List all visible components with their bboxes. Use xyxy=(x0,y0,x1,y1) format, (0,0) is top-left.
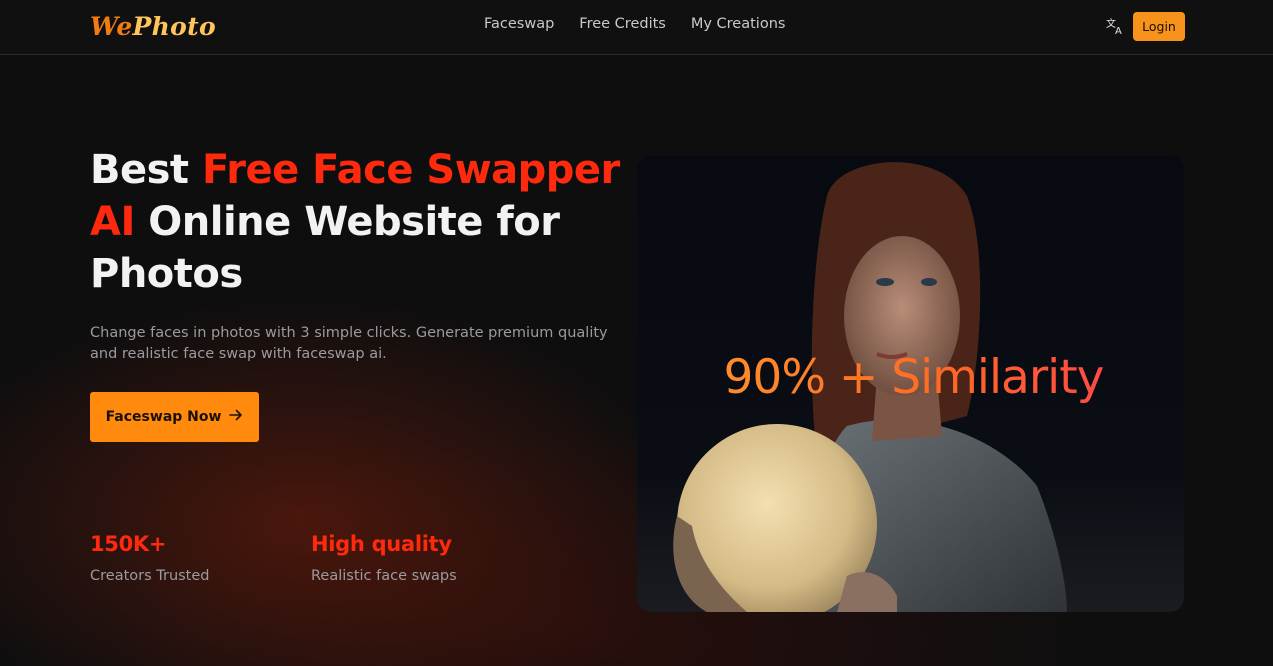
stat-creators: 150K+ Creators Trusted xyxy=(90,532,210,584)
stat-value: High quality xyxy=(311,532,452,556)
nav-faceswap[interactable]: Faceswap xyxy=(484,16,554,32)
stat-value: 150K+ xyxy=(90,532,167,556)
logo-we: We xyxy=(90,12,133,41)
logo-photo: Photo xyxy=(132,12,216,41)
hero-title: Best Free Face Swapper AI Online Website… xyxy=(90,144,630,300)
hero-title-part1: Best xyxy=(90,147,202,193)
nav-free-credits[interactable]: Free Credits xyxy=(579,16,666,32)
main-nav: Faceswap Free Credits My Creations xyxy=(484,16,785,32)
cta-label: Faceswap Now xyxy=(105,409,222,425)
stat-label: Creators Trusted xyxy=(90,568,210,584)
arrow-right-icon xyxy=(229,408,243,426)
stat-quality: High quality Realistic face swaps xyxy=(311,532,457,584)
svg-text:A: A xyxy=(1115,26,1122,36)
hero-image: 90% + Similarity xyxy=(637,156,1184,612)
similarity-overlay: 90% + Similarity xyxy=(637,350,1184,405)
stat-label: Realistic face swaps xyxy=(311,568,457,584)
login-button[interactable]: Login xyxy=(1133,12,1185,41)
wephoto-logo[interactable]: WePhoto xyxy=(90,12,216,41)
faceswap-now-button[interactable]: Faceswap Now xyxy=(90,392,259,442)
nav-my-creations[interactable]: My Creations xyxy=(691,16,786,32)
hero-subtitle: Change faces in photos with 3 simple cli… xyxy=(90,325,608,362)
translate-icon[interactable]: 文 A xyxy=(1105,16,1125,37)
hero-title-part2: Online Website for Photos xyxy=(90,199,560,297)
top-nav-bar: WePhoto Faceswap Free Credits My Creatio… xyxy=(0,0,1273,55)
